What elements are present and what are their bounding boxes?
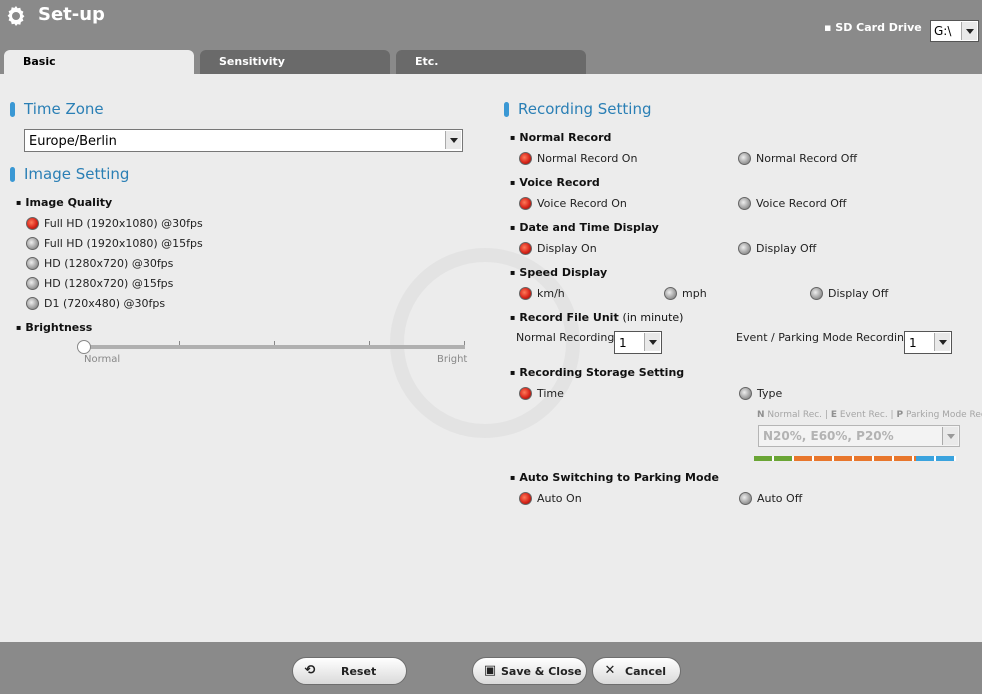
brightness-min-label: Normal [84,354,121,365]
sd-card-drive-label: ▪ SD Card Drive [824,21,922,34]
normal-recording-label: Normal Recording [516,331,615,344]
refresh-icon: ⟲ [304,663,316,678]
gear-icon [7,6,25,26]
storage-legend: N Normal Rec. | E Event Rec. | P Parking… [757,410,982,420]
radio-off-icon [26,236,39,250]
radio-full-hd-30[interactable]: Full HD (1920x1080) @30fps [26,216,203,230]
radio-off-icon [664,286,677,300]
slider-tick [464,341,465,345]
radio-normal-record-on[interactable]: Normal Record On [519,151,637,165]
normal-recording-select[interactable]: 1 [614,331,662,354]
sd-card-drive-select[interactable]: G:\ [930,20,979,42]
reset-button[interactable]: ⟲ Reset [292,657,407,685]
radio-off-icon [738,241,751,255]
event-parking-recording-select[interactable]: 1 [904,331,952,354]
radio-auto-off[interactable]: Auto Off [739,491,802,505]
chevron-down-icon[interactable] [961,22,977,40]
tab-etc[interactable]: Etc. [396,50,586,74]
radio-storage-type[interactable]: Type [739,386,782,400]
radio-voice-record-on[interactable]: Voice Record On [519,196,627,210]
tab-sensitivity[interactable]: Sensitivity [200,50,390,74]
title-bar: Set-up ▪ SD Card Drive G:\ Basic Sensiti… [0,0,982,74]
radio-on-icon [519,241,532,255]
time-zone-heading: Time Zone [10,100,104,118]
chevron-down-icon[interactable] [445,131,461,149]
radio-on-icon [519,491,532,505]
storage-ratio-value: N20%, E60%, P20% [763,429,894,443]
save-icon: ▣ [483,663,497,678]
radio-storage-time[interactable]: Time [519,386,564,400]
radio-off-icon [738,151,751,165]
normal-recording-value: 1 [619,336,627,350]
radio-display-off[interactable]: Display Off [738,241,816,255]
tab-basic[interactable]: Basic [4,50,194,74]
radio-speed-off[interactable]: Display Off [810,286,888,300]
radio-display-on[interactable]: Display On [519,241,597,255]
radio-speed-mph[interactable]: mph [664,286,707,300]
brightness-slider-track[interactable] [84,345,465,349]
chevron-down-icon[interactable] [934,333,950,351]
radio-off-icon [26,256,39,270]
window-title: Set-up [38,4,105,25]
speed-display-label: Speed Display [510,266,607,279]
recording-storage-label: Recording Storage Setting [510,366,684,379]
save-close-button[interactable]: ▣ Save & Close [472,657,587,685]
slider-tick [274,341,275,345]
image-setting-heading: Image Setting [9,165,130,183]
radio-off-icon [810,286,823,300]
brightness-slider-handle[interactable] [77,340,91,354]
radio-full-hd-15[interactable]: Full HD (1920x1080) @15fps [26,236,203,250]
radio-on-icon [519,196,532,210]
radio-auto-on[interactable]: Auto On [519,491,582,505]
normal-record-label: Normal Record [510,131,611,144]
radio-hd-15[interactable]: HD (1280x720) @15fps [26,276,173,290]
radio-voice-record-off[interactable]: Voice Record Off [738,196,847,210]
sd-card-drive-value: G:\ [934,24,952,38]
brightness-label: Brightness [16,321,92,334]
record-file-unit-label: Record File Unit (in minute) [510,311,683,324]
radio-normal-record-off[interactable]: Normal Record Off [738,151,857,165]
radio-off-icon [738,196,751,210]
ratio-segment-normal [754,456,795,461]
image-quality-label: Image Quality [16,196,112,209]
radio-on-icon [519,151,532,165]
time-zone-select[interactable]: Europe/Berlin [24,129,463,152]
radio-off-icon [26,276,39,290]
recording-setting-heading: Recording Setting [504,100,652,118]
radio-speed-kmh[interactable]: km/h [519,286,565,300]
ratio-segment-event [794,456,916,461]
slider-tick [369,341,370,345]
radio-on-icon [519,386,532,400]
slider-tick [179,341,180,345]
ratio-segment-parking [915,456,956,461]
auto-parking-label: Auto Switching to Parking Mode [510,471,718,484]
brightness-max-label: Bright [437,354,468,365]
event-parking-recording-value: 1 [909,336,917,350]
radio-off-icon [739,491,752,505]
storage-ratio-bar [754,456,956,461]
close-icon: ✕ [604,663,616,678]
cancel-button[interactable]: ✕ Cancel [592,657,681,685]
event-parking-recording-label: Event / Parking Mode Recording [736,331,911,344]
chevron-down-icon [942,427,958,445]
voice-record-label: Voice Record [510,176,599,189]
radio-hd-30[interactable]: HD (1280x720) @30fps [26,256,173,270]
chevron-down-icon[interactable] [644,333,660,351]
radio-off-icon [26,296,39,310]
radio-on-icon [519,286,532,300]
radio-d1-30[interactable]: D1 (720x480) @30fps [26,296,165,310]
storage-ratio-select: N20%, E60%, P20% [758,425,960,447]
radio-off-icon [739,386,752,400]
time-zone-value: Europe/Berlin [29,134,117,149]
date-time-display-label: Date and Time Display [510,221,658,234]
radio-on-icon [26,216,39,230]
